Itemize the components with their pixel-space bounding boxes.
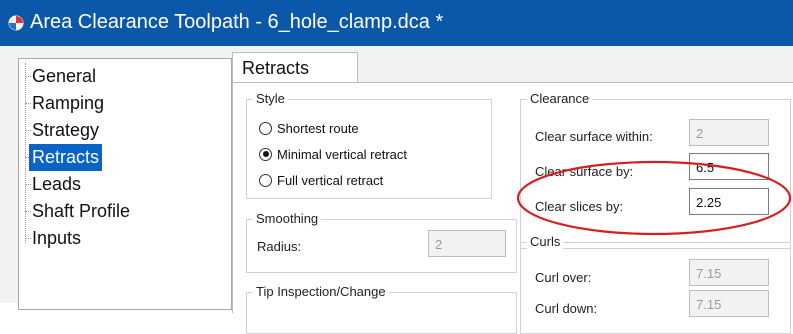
radio-button[interactable] — [259, 121, 272, 135]
smoothing-group: Smoothing Radius: 2 — [246, 211, 517, 273]
title-bar: Area Clearance Toolpath - 6_hole_clamp.d… — [0, 0, 793, 46]
settings-tree: General Ramping Strategy Retracts Leads … — [18, 58, 232, 310]
curl-over-field: 7.15 — [689, 259, 769, 286]
radio-label: Shortest route — [277, 120, 359, 136]
style-group-title: Style — [253, 91, 288, 107]
radio-button[interactable] — [259, 173, 272, 187]
smoothing-group-title: Smoothing — [253, 211, 322, 227]
curls-group: Curls Curl over: 7.15 Curl down: 7.15 — [520, 234, 791, 334]
radio-shortest-route[interactable]: Shortest route — [259, 118, 359, 138]
radio-minimal-vertical-retract[interactable]: Minimal vertical retract — [259, 144, 407, 164]
clearance-group-title: Clearance — [527, 91, 593, 107]
radio-full-vertical-retract[interactable]: Full vertical retract — [259, 170, 383, 190]
clear-surface-within-field: 2 — [689, 119, 769, 146]
curl-down-field: 7.15 — [689, 290, 769, 317]
tip-inspection-group-title: Tip Inspection/Change — [253, 284, 389, 300]
tip-inspection-group: Tip Inspection/Change — [246, 284, 517, 334]
tree-item-strategy[interactable]: Strategy — [29, 117, 102, 144]
clear-surface-by-label: Clear surface by: — [535, 164, 634, 179]
tree-item-inputs[interactable]: Inputs — [29, 225, 84, 252]
dialog-content: General Ramping Strategy Retracts Leads … — [0, 46, 793, 334]
tree-connector — [25, 63, 26, 243]
retracts-panel: Style Shortest route Minimal vertical re… — [232, 82, 793, 334]
curl-down-label: Curl down: — [535, 301, 598, 316]
style-group: Style Shortest route Minimal vertical re… — [246, 91, 492, 199]
tree-item-retracts[interactable]: Retracts — [29, 144, 103, 171]
clear-slices-by-field[interactable]: 2.25 — [689, 188, 769, 215]
radius-label: Radius: — [257, 239, 302, 254]
clear-slices-by-label: Clear slices by: — [535, 199, 624, 214]
tree-item-general[interactable]: General — [29, 63, 99, 90]
tab-retracts[interactable]: Retracts — [232, 52, 358, 82]
tree-item-ramping[interactable]: Ramping — [29, 90, 107, 117]
tree-item-leads[interactable]: Leads — [29, 171, 84, 198]
curls-group-title: Curls — [527, 234, 564, 250]
clear-surface-by-field[interactable]: 6.5 — [689, 153, 769, 180]
radius-field: 2 — [428, 230, 506, 257]
app-icon — [8, 15, 24, 31]
radio-button[interactable] — [259, 147, 272, 161]
radio-label: Minimal vertical retract — [277, 146, 408, 162]
clear-surface-within-label: Clear surface within: — [535, 129, 653, 144]
tree-item-shaft-profile[interactable]: Shaft Profile — [29, 198, 133, 225]
radio-label: Full vertical retract — [277, 172, 384, 188]
clearance-group: Clearance Clear surface within: 2 Clear … — [520, 91, 791, 249]
curl-over-label: Curl over: — [535, 270, 592, 285]
window-title: Area Clearance Toolpath - 6_hole_clamp.d… — [30, 11, 444, 33]
